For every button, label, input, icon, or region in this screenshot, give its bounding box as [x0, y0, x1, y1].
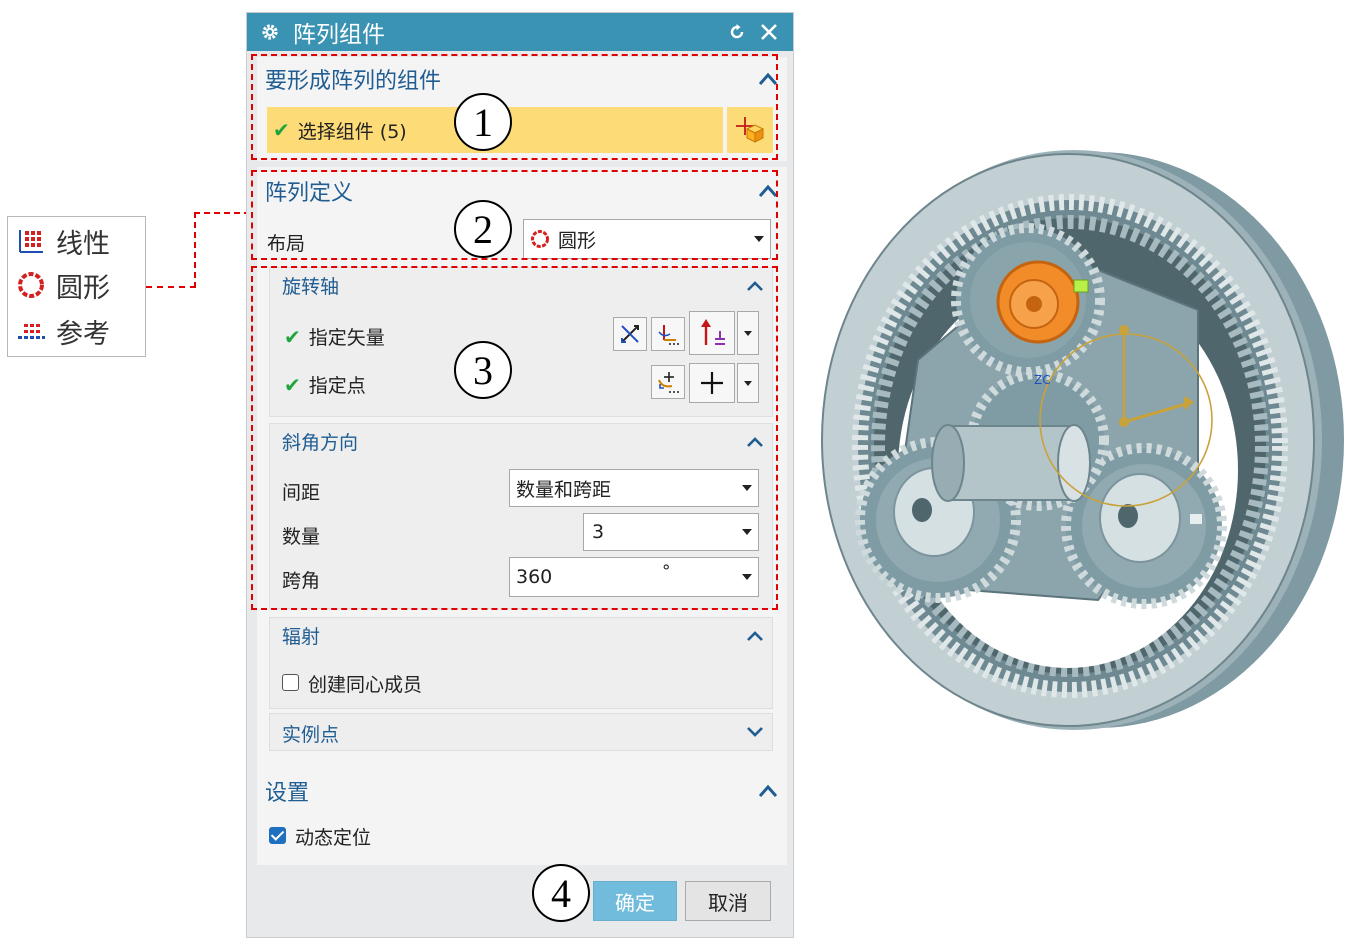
settings-section-title: 设置: [265, 781, 310, 806]
spacing-select[interactable]: 数量和跨距: [509, 469, 759, 507]
spacing-label: 间距: [282, 482, 321, 504]
dynamic-position-checkbox[interactable]: [269, 827, 286, 844]
chevron-up-icon[interactable]: [744, 434, 766, 450]
dynamic-position-label: 动态定位: [295, 827, 372, 849]
point-dialog-button[interactable]: [651, 365, 685, 399]
svg-text:ZC: ZC: [1034, 373, 1051, 387]
checkmark-icon: ✔: [273, 118, 290, 142]
concentric-label: 创建同心成员: [308, 674, 423, 696]
legend-label: 参考: [56, 318, 110, 350]
plus-point-icon: [701, 372, 723, 394]
close-icon[interactable]: [757, 20, 781, 44]
leader-line: [194, 212, 250, 214]
point-dialog-icon: [658, 372, 679, 393]
vector-dialog-button[interactable]: [651, 317, 685, 351]
leader-line: [194, 212, 196, 288]
point-type-button[interactable]: [689, 363, 735, 403]
concentric-checkbox[interactable]: [282, 674, 299, 691]
spacing-select-value: 数量和跨距: [516, 478, 612, 501]
callout-number-4: 4: [532, 864, 590, 922]
settings-section: 设置 动态定位: [257, 767, 787, 865]
ok-button[interactable]: 确定: [593, 881, 677, 921]
vector-type-dropdown[interactable]: [737, 311, 759, 355]
specify-vector-label: ✔ 指定矢量: [284, 325, 385, 349]
rotation-axis-title: 旋转轴: [282, 276, 340, 298]
layout-legend: 线性 圆形 参考: [7, 216, 146, 357]
count-input[interactable]: 3: [583, 513, 759, 551]
legend-label: 圆形: [56, 272, 110, 304]
radiation-group: 辐射 创建同心成员: [269, 617, 773, 709]
chevron-up-icon[interactable]: [757, 71, 779, 87]
legend-item-reference: 参考: [14, 311, 110, 351]
component-cube-icon: [736, 117, 765, 143]
legend-item-circular: 圆形: [14, 265, 110, 305]
chevron-down-icon: [742, 529, 752, 535]
callout-number-1: 1: [454, 93, 512, 151]
chevron-up-icon[interactable]: [744, 628, 766, 644]
chevron-up-icon[interactable]: [744, 278, 766, 294]
chevron-down-icon[interactable]: [744, 724, 766, 740]
reference-icon: [14, 314, 48, 348]
leader-line: [146, 286, 196, 288]
callout-number-2: 2: [454, 200, 512, 258]
chevron-down-icon: [742, 485, 752, 491]
pattern-component-dialog: 阵列组件 要形成阵列的组件 ✔ 选择组件 (5) 阵列定义 布局 圆形 旋转轴 …: [246, 12, 794, 938]
reverse-direction-icon: [621, 325, 639, 343]
specify-point-label: ✔ 指定点: [284, 373, 366, 397]
cancel-button[interactable]: 取消: [685, 881, 771, 921]
instance-points-group[interactable]: 实例点: [269, 713, 773, 751]
instance-points-title: 实例点: [282, 724, 340, 746]
legend-item-linear: 线性: [14, 221, 110, 261]
chevron-down-icon: [742, 574, 752, 580]
legend-label: 线性: [56, 228, 110, 260]
reset-icon[interactable]: [725, 20, 749, 44]
chevron-up-icon[interactable]: [757, 183, 779, 199]
definition-section-title: 阵列定义: [265, 181, 354, 206]
span-angle-label: 跨角: [282, 570, 321, 592]
vector-dialog-icon: [658, 325, 679, 345]
layout-select-value: 圆形: [558, 229, 597, 252]
circular-icon: [14, 268, 48, 302]
planetary-gear-model: ZC: [821, 150, 1344, 730]
gear-assembly-viewport[interactable]: ZC: [798, 140, 1346, 740]
circular-icon: [530, 229, 550, 249]
z-axis-vector-icon: [701, 319, 725, 345]
span-angle-input[interactable]: 360 °: [509, 557, 759, 597]
reverse-direction-button[interactable]: [613, 317, 647, 351]
chevron-up-icon[interactable]: [757, 783, 779, 799]
linear-grid-icon: [14, 224, 48, 258]
degree-unit: °: [662, 562, 671, 582]
layout-label: 布局: [267, 233, 306, 255]
layout-select[interactable]: 圆形: [523, 219, 771, 259]
chevron-down-icon: [754, 236, 764, 242]
dialog-titlebar: 阵列组件: [247, 13, 793, 51]
callout-number-3: 3: [454, 341, 512, 399]
dialog-title: 阵列组件: [293, 22, 385, 48]
count-input-value: 3: [592, 521, 605, 543]
gear-icon: [259, 21, 281, 43]
point-type-dropdown[interactable]: [737, 363, 759, 403]
select-component-label: 选择组件 (5): [297, 120, 407, 143]
count-label: 数量: [282, 526, 321, 548]
select-component-button[interactable]: [727, 107, 773, 153]
radiation-title: 辐射: [282, 626, 321, 648]
components-section-title: 要形成阵列的组件: [265, 69, 442, 94]
span-angle-value: 360: [516, 566, 553, 588]
vector-type-button[interactable]: [689, 311, 735, 355]
bevel-direction-title: 斜角方向: [282, 432, 359, 454]
